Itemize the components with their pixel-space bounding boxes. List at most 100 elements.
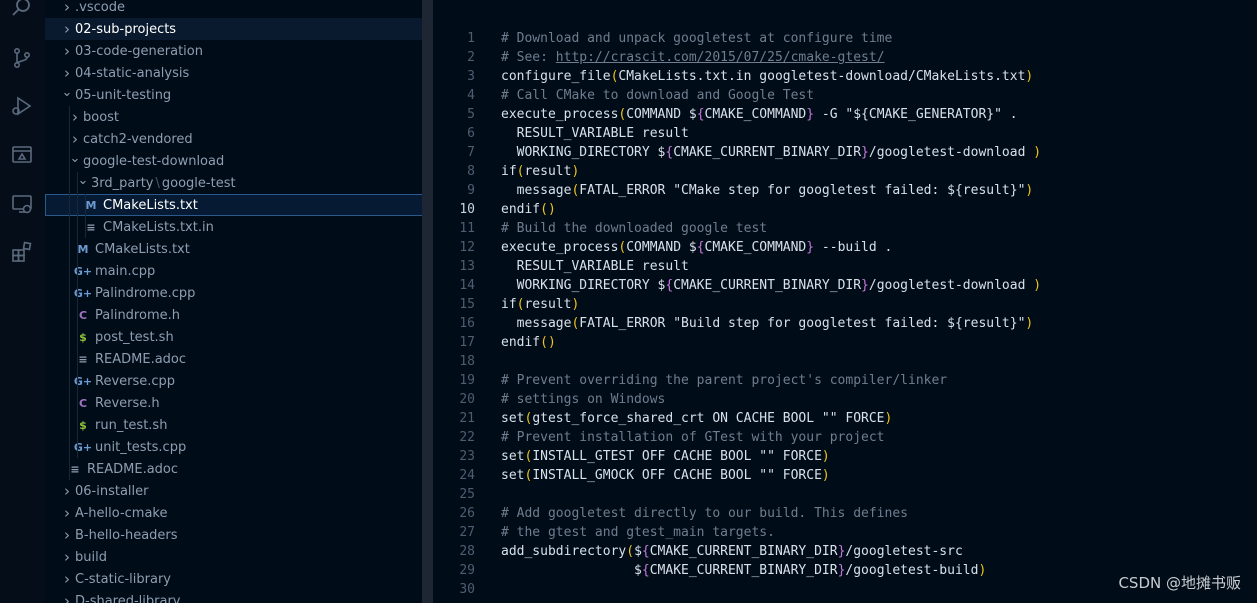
code-line[interactable]: 17 endif(): [433, 333, 1257, 352]
remote-explorer-icon[interactable]: [8, 141, 36, 169]
code-line[interactable]: 19 # Prevent overriding the parent projec…: [433, 371, 1257, 390]
code-token: (: [626, 544, 635, 559]
source-control-icon[interactable]: [8, 44, 36, 72]
explorer-folder[interactable]: › 03-code-generation: [45, 40, 432, 62]
code-line[interactable]: 3 configure_file(CMakeLists.txt.in google…: [433, 67, 1257, 86]
indent-guide: [69, 436, 70, 458]
line-number: 2: [467, 50, 475, 65]
code-line[interactable]: 4 # Call CMake to download and Google Tes…: [433, 86, 1257, 105]
code-token: ): [1033, 278, 1042, 293]
explorer-folder[interactable]: › A-hello-cmake: [45, 502, 432, 524]
chevron-right-icon[interactable]: ›: [59, 546, 75, 568]
code-line[interactable]: 12 execute_process(COMMAND ${CMAKE_COMMAN…: [433, 238, 1257, 257]
explorer-folder[interactable]: ⌄ google-test-download: [45, 150, 432, 172]
explorer-folder[interactable]: › catch2-vendored: [45, 128, 432, 150]
explorer-folder[interactable]: › 02-sub-projects: [45, 18, 432, 40]
explorer-folder[interactable]: › C-static-library: [45, 568, 432, 590]
explorer-file[interactable]: C Palindrome.h: [45, 304, 432, 326]
code-line[interactable]: 11 # Build the downloaded google test: [433, 219, 1257, 238]
line-number: 11: [459, 221, 475, 236]
code-editor[interactable]: 1 # Download and unpack googletest at con…: [433, 0, 1257, 603]
code-line[interactable]: 21 set(gtest_force_shared_crt ON CACHE BO…: [433, 409, 1257, 428]
chevron-right-icon[interactable]: ›: [59, 18, 75, 40]
code-line[interactable]: 10 endif(): [433, 200, 1257, 219]
code-line[interactable]: 16 message(FATAL_ERROR "Build step for g…: [433, 314, 1257, 333]
indent-guide: [69, 216, 70, 238]
chevron-down-icon[interactable]: ⌄: [59, 81, 75, 103]
code-line[interactable]: 20 # settings on Windows: [433, 390, 1257, 409]
code-line[interactable]: 28 add_subdirectory(${CMAKE_CURRENT_BINAR…: [433, 542, 1257, 561]
code-line[interactable]: 24 set(INSTALL_GMOCK OFF CACHE BOOL "" FO…: [433, 466, 1257, 485]
explorer-folder[interactable]: › 04-static-analysis: [45, 62, 432, 84]
explorer-item-label: C-static-library: [75, 571, 171, 587]
code-line[interactable]: 25: [433, 485, 1257, 504]
code-text: # Build the downloaded google test: [501, 219, 767, 238]
explorer-scrollbar[interactable]: [422, 0, 433, 603]
code-token: FATAL_ERROR "Build step for googletest f…: [579, 316, 1026, 331]
search-icon[interactable]: [8, 0, 36, 22]
code-line[interactable]: 9 message(FATAL_ERROR "CMake step for go…: [433, 181, 1257, 200]
code-token: (): [540, 335, 556, 350]
code-line[interactable]: 14 WORKING_DIRECTORY ${CMAKE_CURRENT_BIN…: [433, 276, 1257, 295]
code-text: message(FATAL_ERROR "Build step for goog…: [501, 314, 1034, 333]
code-line[interactable]: 18: [433, 352, 1257, 371]
indent-guide: [77, 216, 78, 238]
code-line[interactable]: 27 # the gtest and gtest_main targets.: [433, 523, 1257, 542]
code-line[interactable]: 26 # Add googletest directly to our build…: [433, 504, 1257, 523]
chevron-right-icon[interactable]: ›: [59, 502, 75, 524]
code-line[interactable]: 22 # Prevent installation of GTest with y…: [433, 428, 1257, 447]
indent-guide: [77, 392, 78, 414]
code-token: ): [1033, 145, 1042, 160]
explorer-file[interactable]: G+ Reverse.cpp: [45, 370, 432, 392]
chevron-right-icon[interactable]: ›: [59, 40, 75, 62]
explorer-file[interactable]: G+ Palindrome.cpp: [45, 282, 432, 304]
code-line[interactable]: 6 RESULT_VARIABLE result: [433, 124, 1257, 143]
extensions-icon[interactable]: [8, 238, 36, 266]
explorer-item-label: catch2-vendored: [83, 131, 193, 147]
remote-icon[interactable]: [8, 190, 36, 218]
chevron-right-icon[interactable]: ›: [59, 0, 75, 18]
explorer-file[interactable]: $ run_test.sh: [45, 414, 432, 436]
code-line[interactable]: 2 # See: http://crascit.com/2015/07/25/cm…: [433, 48, 1257, 67]
code-text: WORKING_DIRECTORY ${CMAKE_CURRENT_BINARY…: [501, 276, 1041, 295]
explorer-file[interactable]: ≡ README.adoc: [45, 458, 432, 480]
explorer-folder[interactable]: ⌄ 05-unit-testing: [45, 84, 432, 106]
chevron-right-icon[interactable]: ›: [59, 568, 75, 590]
explorer-folder[interactable]: › build: [45, 546, 432, 568]
chevron-right-icon[interactable]: ›: [59, 524, 75, 546]
explorer-item-label: B-hello-headers: [75, 527, 178, 543]
explorer-item-label: run_test.sh: [95, 417, 168, 433]
explorer-file[interactable]: ≡ README.adoc: [45, 348, 432, 370]
line-number: 21: [459, 411, 475, 426]
explorer-file[interactable]: ≡ CMakeLists.txt.in: [45, 216, 432, 238]
code-line[interactable]: 8 if(result): [433, 162, 1257, 181]
run-debug-icon[interactable]: [8, 92, 36, 120]
explorer-file[interactable]: M CMakeLists.txt: [45, 238, 432, 260]
explorer-item-label: build: [75, 549, 107, 565]
code-token: INSTALL_GTEST OFF CACHE BOOL "" FORCE: [532, 449, 822, 464]
code-line[interactable]: 7 WORKING_DIRECTORY ${CMAKE_CURRENT_BINA…: [433, 143, 1257, 162]
explorer-item-label: main.cpp: [95, 263, 156, 279]
code-token: ): [1025, 316, 1034, 331]
explorer-file[interactable]: C Reverse.h: [45, 392, 432, 414]
explorer-folder[interactable]: › boost: [45, 106, 432, 128]
code-text: RESULT_VARIABLE result: [501, 124, 689, 143]
chevron-right-icon[interactable]: ›: [59, 480, 75, 502]
explorer-file[interactable]: G+ unit_tests.cpp: [45, 436, 432, 458]
explorer-file[interactable]: G+ main.cpp: [45, 260, 432, 282]
code-line[interactable]: 15 if(result): [433, 295, 1257, 314]
explorer-file[interactable]: M CMakeLists.txt: [45, 194, 432, 216]
chevron-right-icon[interactable]: ›: [59, 590, 75, 603]
code-line[interactable]: 1 # Download and unpack googletest at con…: [433, 29, 1257, 48]
explorer-folder[interactable]: › .vscode: [45, 0, 432, 18]
explorer-folder[interactable]: › B-hello-headers: [45, 524, 432, 546]
explorer-folder[interactable]: › 06-installer: [45, 480, 432, 502]
code-line[interactable]: 13 RESULT_VARIABLE result: [433, 257, 1257, 276]
code-text: # the gtest and gtest_main targets.: [501, 523, 775, 542]
explorer-folder[interactable]: ⌄ 3rd_party \ google-test: [45, 172, 432, 194]
code-text: configure_file(CMakeLists.txt.in googlet…: [501, 67, 1033, 86]
code-line[interactable]: 23 set(INSTALL_GTEST OFF CACHE BOOL "" FO…: [433, 447, 1257, 466]
explorer-folder[interactable]: › D-shared-library: [45, 590, 432, 603]
code-line[interactable]: 5 execute_process(COMMAND ${CMAKE_COMMAND…: [433, 105, 1257, 124]
explorer-file[interactable]: $ post_test.sh: [45, 326, 432, 348]
